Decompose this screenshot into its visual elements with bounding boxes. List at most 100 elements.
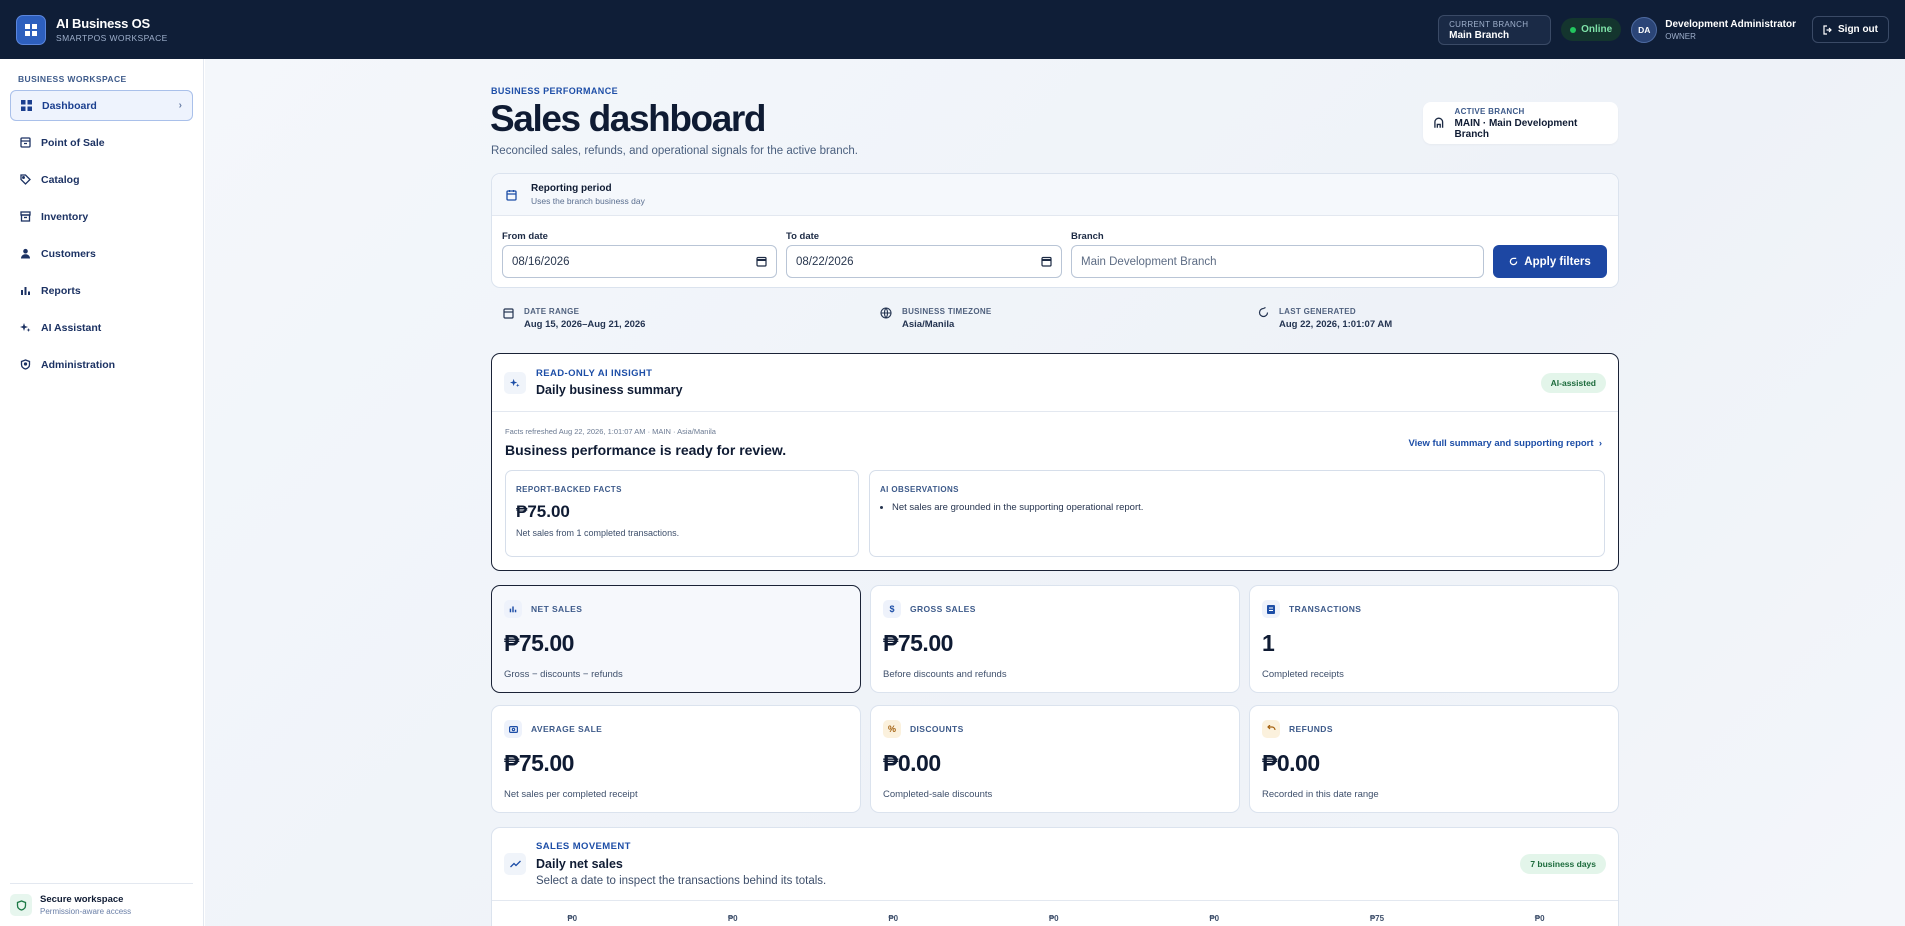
last-generated-label: LAST GENERATED xyxy=(1279,307,1356,316)
bar-value-label[interactable]: ₱0 xyxy=(1535,914,1545,923)
to-date-value: 08/22/2026 xyxy=(796,255,854,268)
calendar-icon xyxy=(506,189,517,201)
average-icon xyxy=(504,720,522,738)
sidebar-item-label: Catalog xyxy=(41,173,80,186)
sidebar-item-label: Reports xyxy=(41,284,81,297)
kpi-net-sales[interactable]: NET SALES ₱75.00 Gross − discounts − ref… xyxy=(491,585,861,693)
sidebar: BUSINESS WORKSPACE Dashboard › Point of … xyxy=(0,59,204,926)
sparkle-icon xyxy=(504,371,526,394)
dollar-icon: $ xyxy=(883,600,901,618)
kpi-label: AVERAGE SALE xyxy=(531,724,603,734)
bar-value-label[interactable]: ₱0 xyxy=(728,914,738,923)
page-subtitle: Reconciled sales, refunds, and operation… xyxy=(491,145,858,157)
brand[interactable]: AI Business OS SMARTPOS WORKSPACE xyxy=(16,14,168,45)
online-status-badge: Online xyxy=(1561,18,1622,41)
grid-icon xyxy=(21,100,32,111)
apply-filters-button[interactable]: Apply filters xyxy=(1493,245,1607,278)
ai-insight-kicker: READ-ONLY AI INSIGHT xyxy=(536,368,653,379)
sidebar-item-ai-assistant[interactable]: AI Assistant xyxy=(10,312,193,343)
from-date-input[interactable]: 08/16/2026 xyxy=(502,245,777,278)
kpi-average-sale[interactable]: AVERAGE SALE ₱75.00 Net sales per comple… xyxy=(491,705,861,813)
tag-icon xyxy=(20,174,31,185)
ai-insight-panel: READ-ONLY AI INSIGHT Daily business summ… xyxy=(491,353,1619,571)
sidebar-heading: BUSINESS WORKSPACE xyxy=(18,74,127,84)
view-full-summary-label: View full summary and supporting report xyxy=(1408,438,1594,449)
branch-input[interactable]: Main Development Branch xyxy=(1071,245,1484,278)
globe-icon xyxy=(880,307,892,319)
calendar-picker-icon[interactable] xyxy=(756,256,767,267)
calendar-icon xyxy=(503,308,514,319)
sales-movement-kicker: SALES MOVEMENT xyxy=(536,841,631,852)
sidebar-nav: Dashboard › Point of Sale Catalog Invent… xyxy=(0,90,203,380)
kpi-label: NET SALES xyxy=(531,604,583,614)
facts-refreshed-text: Facts refreshed Aug 22, 2026, 1:01:07 AM… xyxy=(505,427,716,436)
business-days-badge: 7 business days xyxy=(1520,854,1606,874)
user-menu[interactable]: DA Development Administrator OWNER xyxy=(1631,16,1796,43)
sales-movement-title: Daily net sales xyxy=(536,857,623,871)
kpi-value: 1 xyxy=(1262,630,1275,656)
kpi-refunds[interactable]: REFUNDS ₱0.00 Recorded in this date rang… xyxy=(1249,705,1619,813)
shield-icon xyxy=(20,359,31,370)
secure-workspace-indicator: Secure workspace Permission-aware access xyxy=(10,883,193,916)
to-date-label: To date xyxy=(786,231,820,242)
kpi-value: ₱75.00 xyxy=(883,630,953,656)
to-date-input[interactable]: 08/22/2026 xyxy=(786,245,1062,278)
sidebar-item-administration[interactable]: Administration xyxy=(10,349,193,380)
trend-line-icon xyxy=(504,853,526,875)
refresh-icon xyxy=(1510,257,1518,266)
last-generated-meta: LAST GENERATED Aug 22, 2026, 1:01:07 AM xyxy=(1258,307,1392,330)
daily-bar-labels: ₱0 ₱0 ₱0 ₱0 ₱0 ₱75 ₱0 xyxy=(492,914,1618,923)
kpi-value: ₱0.00 xyxy=(883,750,941,776)
kpi-description: Before discounts and refunds xyxy=(883,669,1007,680)
bar-value-label[interactable]: ₱0 xyxy=(567,914,577,923)
percent-icon: % xyxy=(883,720,901,738)
shield-check-icon xyxy=(10,894,32,916)
refresh-icon xyxy=(1258,307,1269,318)
date-range-value: Aug 15, 2026–Aug 21, 2026 xyxy=(524,319,646,330)
sales-movement-subtitle: Select a date to inspect the transaction… xyxy=(536,875,827,887)
top-bar: AI Business OS SMARTPOS WORKSPACE CURREN… xyxy=(0,0,1905,59)
sidebar-item-inventory[interactable]: Inventory xyxy=(10,201,193,232)
sign-out-icon xyxy=(1823,24,1832,35)
from-date-label: From date xyxy=(502,231,548,242)
ai-headline: Business performance is ready for review… xyxy=(505,442,787,458)
kpi-description: Completed receipts xyxy=(1262,669,1344,680)
bar-value-label[interactable]: ₱0 xyxy=(888,914,898,923)
bar-value-label[interactable]: ₱75 xyxy=(1370,914,1384,923)
kpi-label: DISCOUNTS xyxy=(910,724,964,734)
sign-out-label: Sign out xyxy=(1838,24,1878,35)
report-backed-facts-card: REPORT-BACKED FACTS ₱75.00 Net sales fro… xyxy=(505,470,859,557)
sparkle-icon xyxy=(20,323,31,332)
sidebar-item-catalog[interactable]: Catalog xyxy=(10,164,193,195)
sidebar-item-customers[interactable]: Customers xyxy=(10,238,193,269)
date-range-label: DATE RANGE xyxy=(524,307,580,316)
calendar-picker-icon[interactable] xyxy=(1041,256,1052,267)
facts-description: Net sales from 1 completed transactions. xyxy=(516,528,680,538)
active-branch-value: MAIN · Main Development Branch xyxy=(1454,117,1578,140)
kpi-transactions[interactable]: TRANSACTIONS 1 Completed receipts xyxy=(1249,585,1619,693)
last-generated-value: Aug 22, 2026, 1:01:07 AM xyxy=(1279,319,1393,330)
kpi-value: ₱75.00 xyxy=(504,750,574,776)
box-icon xyxy=(20,211,31,222)
main-content: BUSINESS PERFORMANCE Sales dashboard Rec… xyxy=(205,59,1905,926)
kpi-description: Gross − discounts − refunds xyxy=(504,669,623,680)
kpi-label: TRANSACTIONS xyxy=(1289,604,1362,614)
sidebar-item-dashboard[interactable]: Dashboard › xyxy=(10,90,193,121)
facts-label: REPORT-BACKED FACTS xyxy=(516,485,622,494)
from-date-value: 08/16/2026 xyxy=(512,255,570,268)
sidebar-item-point-of-sale[interactable]: Point of Sale xyxy=(10,127,193,158)
timezone-meta: BUSINESS TIMEZONE Asia/Manila xyxy=(880,307,992,330)
reporting-period-title: Reporting period xyxy=(531,183,612,194)
timezone-label: BUSINESS TIMEZONE xyxy=(902,307,992,316)
bar-value-label[interactable]: ₱0 xyxy=(1209,914,1219,923)
kpi-discounts[interactable]: % DISCOUNTS ₱0.00 Completed-sale discount… xyxy=(870,705,1240,813)
view-full-summary-link[interactable]: View full summary and supporting report … xyxy=(1408,438,1602,449)
date-range-meta: DATE RANGE Aug 15, 2026–Aug 21, 2026 xyxy=(503,307,645,330)
kpi-gross-sales[interactable]: $ GROSS SALES ₱75.00 Before discounts and… xyxy=(870,585,1240,693)
sign-out-button[interactable]: Sign out xyxy=(1812,16,1889,43)
observations-label: AI OBSERVATIONS xyxy=(880,485,959,494)
current-branch-selector[interactable]: CURRENT BRANCH Main Branch xyxy=(1438,14,1552,45)
receipt-icon xyxy=(1262,600,1280,618)
bar-value-label[interactable]: ₱0 xyxy=(1049,914,1059,923)
sidebar-item-reports[interactable]: Reports xyxy=(10,275,193,306)
